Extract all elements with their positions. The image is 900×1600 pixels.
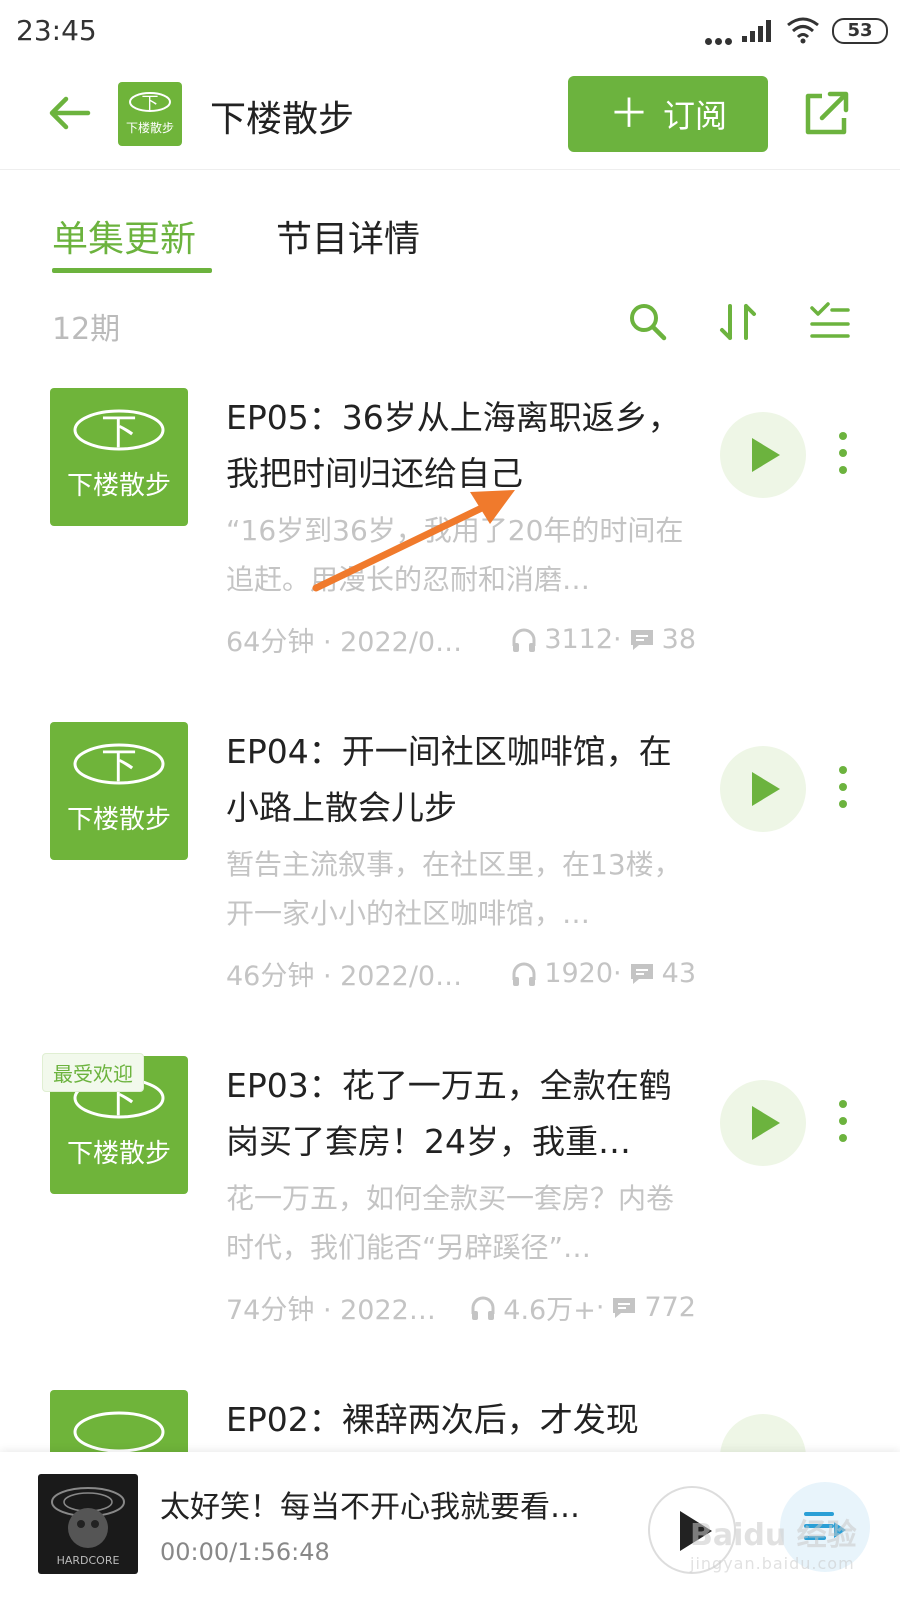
episode-meta: 46分钟 · 2022/0… 1920 · 43 <box>226 954 696 993</box>
episode-item[interactable]: EP02：裸辞两次后，才发现 <box>0 1390 900 1452</box>
episode-cover: 下 下楼散步 <box>50 722 188 860</box>
subscribe-label: 订阅 <box>662 97 727 135</box>
more-options-icon[interactable] <box>836 1100 850 1150</box>
svg-text:下: 下 <box>101 412 137 453</box>
episode-count: 12期 <box>52 312 121 347</box>
player-title: 太好笑！每当不开心我就要看… <box>160 1490 580 1525</box>
svg-text:下楼散步: 下楼散步 <box>67 1139 171 1169</box>
comment-icon <box>630 629 653 650</box>
episode-plays: 1920 <box>544 958 614 989</box>
header: 下 下楼散步 下楼散步 ＋ 订阅 <box>0 62 900 170</box>
episode-item[interactable]: 下 下楼散步 EP04：开一间社区咖啡馆，在小路上散会儿步 暂告主流叙事，在社区… <box>0 722 900 1052</box>
filter-icon[interactable] <box>808 300 852 344</box>
episode-title: EP03：花了一万五，全款在鹤岗买了套房！24岁，我重… <box>226 1066 672 1161</box>
playlist-button[interactable] <box>780 1482 870 1572</box>
subscribe-button[interactable]: ＋ 订阅 <box>568 76 768 152</box>
tab-underline <box>52 268 212 273</box>
play-button[interactable] <box>720 412 806 498</box>
svg-text:下楼散步: 下楼散步 <box>67 805 171 835</box>
dots-icon <box>705 30 735 49</box>
play-button[interactable] <box>720 1080 806 1166</box>
svg-text:下: 下 <box>101 746 137 787</box>
tab-details[interactable]: 节目详情 <box>276 210 420 262</box>
status-time: 23:45 <box>16 14 97 47</box>
episode-duration: 46分钟 · 2022/0… <box>226 961 463 992</box>
battery-icon: 53 <box>832 18 888 44</box>
back-arrow-icon[interactable] <box>44 88 94 138</box>
episode-comments: 772 <box>644 1292 696 1323</box>
podcast-title: 下楼散步 <box>210 99 355 140</box>
mini-player[interactable]: HARDCORE 太好笑！每当不开心我就要看… 00:00/1:56:48 <box>0 1452 900 1600</box>
status-bar: 23:45 53 <box>0 0 900 62</box>
svg-text:下楼散步: 下楼散步 <box>67 471 171 501</box>
comment-icon <box>613 1297 636 1318</box>
player-play-button[interactable] <box>648 1486 736 1574</box>
episode-description: 花一万五，如何全款买一套房？内卷时代，我们能否“另辟蹊径”… <box>226 1182 675 1264</box>
episode-description: 暂告主流叙事，在社区里，在13楼，开一家小小的社区咖啡馆，… <box>226 848 682 930</box>
episode-cover <box>50 1390 188 1452</box>
episode-comments: 38 <box>661 624 696 655</box>
episode-cover: 下 下楼散步 <box>50 388 188 526</box>
svg-text:下: 下 <box>142 94 159 114</box>
episode-meta: 74分钟 · 2022… 4.6万+ · 772 <box>226 1288 696 1327</box>
player-cover: HARDCORE <box>38 1474 138 1574</box>
episode-duration: 64分钟 · 2022/0… <box>226 627 463 658</box>
more-options-icon[interactable] <box>836 432 850 482</box>
more-options-icon[interactable] <box>836 766 850 816</box>
play-button[interactable] <box>720 746 806 832</box>
plus-icon: ＋ <box>608 91 649 137</box>
comment-icon <box>630 963 653 984</box>
playlist-icon <box>804 1512 846 1540</box>
headphones-icon <box>512 962 536 986</box>
episode-title: EP02：裸辞两次后，才发现 <box>226 1400 639 1439</box>
player-time: 00:00/1:56:48 <box>160 1538 330 1566</box>
svg-text:下楼散步: 下楼散步 <box>126 120 174 135</box>
episode-plays: 3112 <box>544 624 614 655</box>
episode-duration: 74分钟 · 2022… <box>226 1295 436 1326</box>
headphones-icon <box>512 628 536 652</box>
episode-comments: 43 <box>661 958 696 989</box>
tab-episodes[interactable]: 单集更新 <box>52 210 196 262</box>
wifi-icon <box>787 17 819 44</box>
popular-badge: 最受欢迎 <box>42 1053 144 1092</box>
episode-meta: 64分钟 · 2022/0… 3112 · 38 <box>226 620 696 659</box>
episode-item[interactable]: 下 下楼散步 最受欢迎 EP03：花了一万五，全款在鹤岗买了套房！24岁，我重…… <box>0 1053 900 1386</box>
svg-text:HARDCORE: HARDCORE <box>57 1554 120 1567</box>
share-icon[interactable] <box>800 88 852 140</box>
annotation-arrow-icon <box>312 490 515 592</box>
play-icon <box>680 1511 712 1551</box>
play-icon <box>752 772 780 806</box>
play-button[interactable] <box>720 1414 806 1452</box>
episode-toolbar: 12期 <box>0 300 900 366</box>
tab-bar: 单集更新 节目详情 <box>0 196 900 276</box>
podcast-logo: 下 下楼散步 <box>118 82 182 146</box>
episode-plays: 4.6万+ <box>503 1295 596 1326</box>
sort-icon[interactable] <box>716 300 760 344</box>
headphones-icon <box>471 1296 495 1320</box>
search-icon[interactable] <box>626 300 670 344</box>
episode-title: EP04：开一间社区咖啡馆，在小路上散会儿步 <box>226 732 672 827</box>
play-icon <box>752 438 780 472</box>
signal-icon <box>742 20 771 42</box>
play-icon <box>752 1106 780 1140</box>
